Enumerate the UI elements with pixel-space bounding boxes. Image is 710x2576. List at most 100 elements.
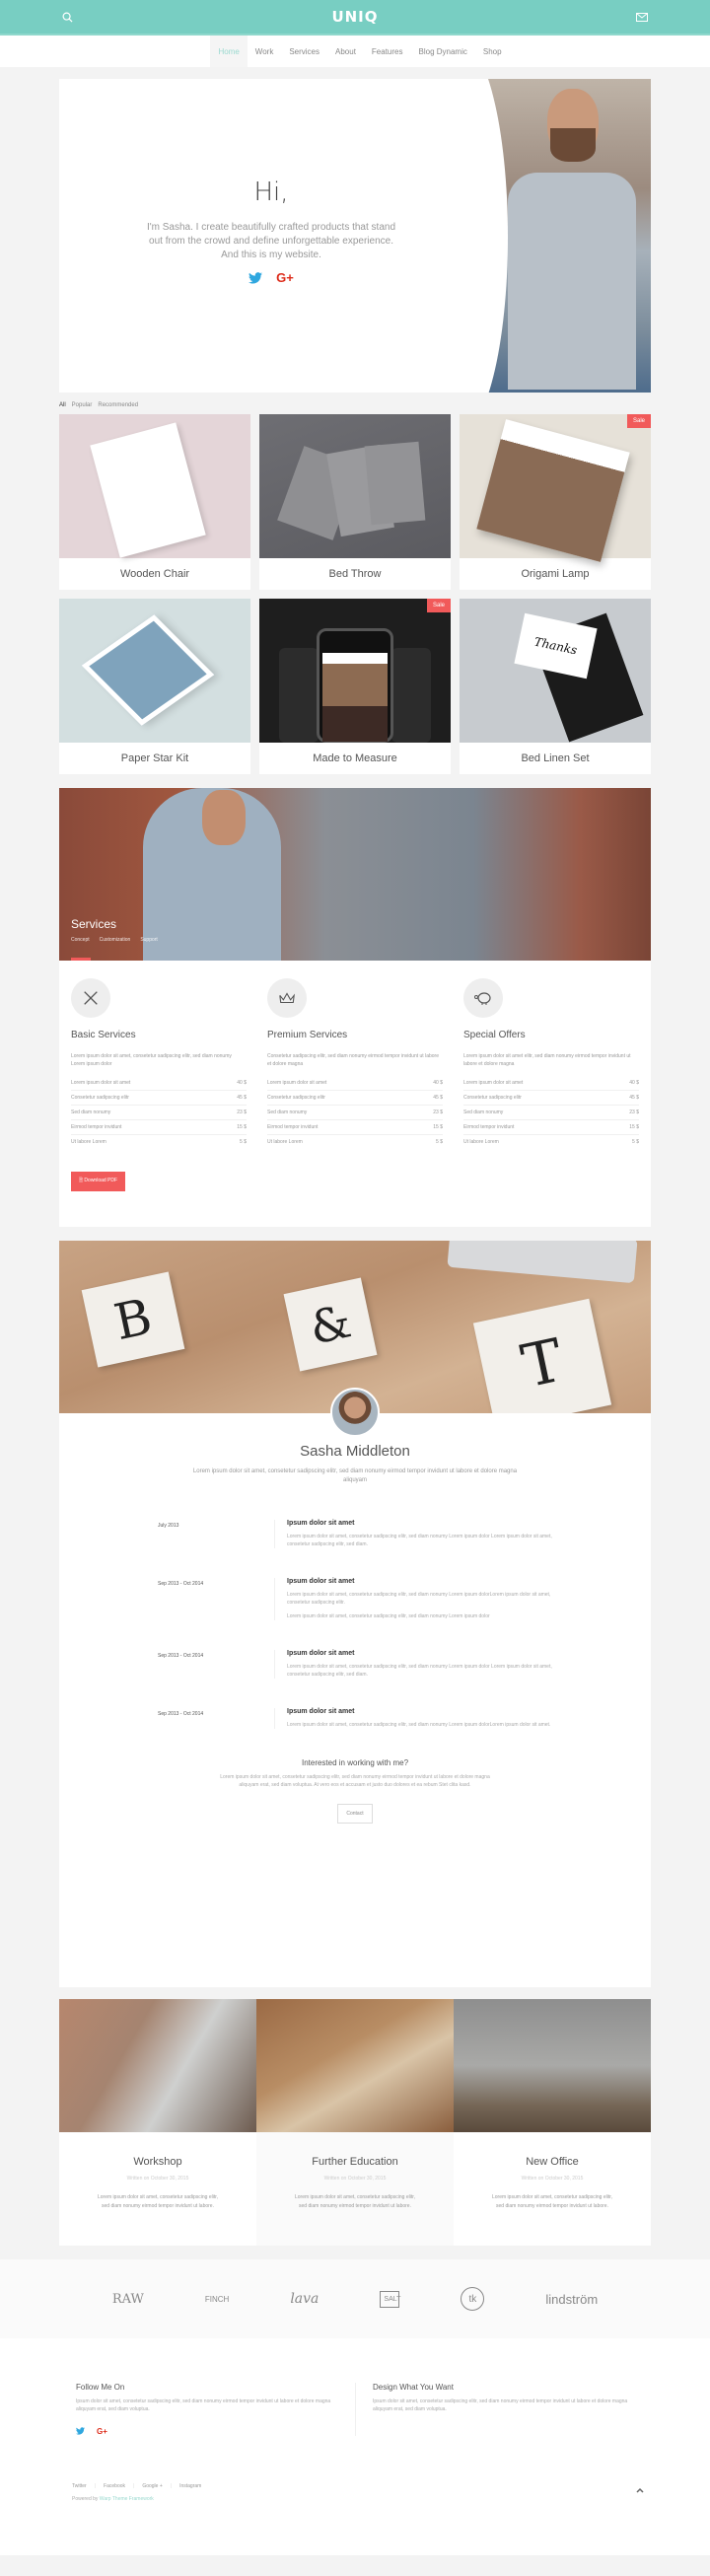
nav-item-features[interactable]: Features xyxy=(364,36,411,67)
google-plus-icon[interactable]: G+ xyxy=(276,271,294,284)
google-plus-icon[interactable]: G+ xyxy=(97,2427,107,2436)
service-column-basic: Basic Services Lorem ipsum dolor sit ame… xyxy=(71,978,247,1191)
main-nav: Home Work Services About Features Blog D… xyxy=(0,36,710,67)
timeline-title: Ipsum dolor sit amet xyxy=(287,1520,355,1527)
nav-item-home[interactable]: Home xyxy=(210,36,248,67)
brand-logo-lava: lava xyxy=(290,2291,320,2307)
footer-text: Ipsum dolor sit amet, consetetur sadipsc… xyxy=(373,2398,628,2412)
portfolio-title: Origami Lamp xyxy=(521,568,590,580)
timeline-text: Lorem ipsum dolor sit amet, consetetur s… xyxy=(287,1722,551,1728)
about-lead: Lorem ipsum dolor sit amet, consetetur s… xyxy=(192,1468,518,1483)
blog-title[interactable]: New Office xyxy=(454,2156,651,2168)
service-column-special: Special Offers Lorem ipsum dolor sit ame… xyxy=(463,978,639,1191)
blog-image xyxy=(59,1999,256,2132)
accent-bar xyxy=(71,958,91,961)
download-pdf-label: Download PDF xyxy=(84,1178,118,1183)
blog-image xyxy=(256,1999,454,2132)
services-link-support[interactable]: Support xyxy=(140,937,158,943)
timeline-text: Lorem ipsum dolor sit amet, consetetur s… xyxy=(287,1664,552,1678)
twitter-icon[interactable] xyxy=(76,2427,85,2435)
portfolio-title: Bed Linen Set xyxy=(521,752,590,764)
timeline-date: Sep 2013 - Oct 2014 xyxy=(158,1581,204,1587)
nav-item-shop[interactable]: Shop xyxy=(475,36,510,67)
blog-post[interactable]: Further Education Written on October 30,… xyxy=(256,1999,454,2246)
portfolio-item[interactable]: Bed Throw xyxy=(259,414,451,590)
timeline-item: Sep 2013 - Oct 2014 Ipsum dolor sit amet… xyxy=(158,1650,552,1679)
service-description: Lorem ipsum dolor sit amet, consetetur s… xyxy=(71,1053,232,1067)
price-row: Eirmod tempor invidunt 15 $ xyxy=(267,1120,443,1135)
portfolio-title: Wooden Chair xyxy=(119,568,190,580)
about-name: Sasha Middleton xyxy=(300,1443,410,1460)
blog-meta: Written on October 30, 2015 xyxy=(323,2176,387,2182)
search-icon[interactable] xyxy=(62,12,73,23)
site-logo[interactable]: UNIQ xyxy=(331,8,378,26)
service-column-premium: Premium Services Consetetur sadipscing e… xyxy=(267,978,443,1191)
brand-logo-tk: tk xyxy=(461,2287,485,2311)
crown-icon xyxy=(267,978,307,1018)
service-title: Premium Services xyxy=(267,1030,348,1040)
download-pdf-button[interactable]: 🗎 Download PDF xyxy=(71,1172,126,1191)
services-link-concept[interactable]: Concept xyxy=(71,937,90,943)
blog-title[interactable]: Further Education xyxy=(256,2156,454,2168)
mail-icon[interactable] xyxy=(636,13,648,22)
timeline-item: July 2013 Ipsum dolor sit amet Lorem ips… xyxy=(158,1520,552,1548)
twitter-icon[interactable] xyxy=(248,272,263,284)
footer-link-instagram[interactable]: Instagram xyxy=(179,2483,201,2489)
filter-popular[interactable]: Popular xyxy=(72,402,93,408)
footer-title: Follow Me On xyxy=(76,2383,125,2392)
chevron-up-icon[interactable] xyxy=(636,2487,644,2493)
blog-excerpt: Lorem ipsum dolor sit amet, consetetur s… xyxy=(98,2194,218,2209)
nav-item-about[interactable]: About xyxy=(327,36,364,67)
timeline-item: Sep 2013 - Oct 2014 Ipsum dolor sit amet… xyxy=(158,1708,552,1729)
portfolio-item[interactable]: Thanks Bed Linen Set xyxy=(460,599,651,774)
filter-all[interactable]: All xyxy=(59,402,66,408)
price-row: Sed diam nonumy 23 $ xyxy=(463,1106,639,1120)
timeline-title: Ipsum dolor sit amet xyxy=(287,1650,355,1657)
timeline-title: Ipsum dolor sit amet xyxy=(287,1708,355,1715)
blog-meta: Written on October 30, 2015 xyxy=(126,2176,189,2182)
piggy-bank-icon xyxy=(463,978,503,1018)
top-bar: UNIQ xyxy=(0,0,710,36)
footer-link-google-plus[interactable]: Google + xyxy=(142,2483,162,2489)
blog-post[interactable]: New Office Written on October 30, 2015 L… xyxy=(454,1999,651,2246)
services-banner: Services Concept Customization Support xyxy=(59,788,651,961)
timeline: July 2013 Ipsum dolor sit amet Lorem ips… xyxy=(158,1520,552,1729)
portfolio-image: Thanks xyxy=(460,599,651,743)
service-description: Lorem ipsum dolor sit amet elitr, sed di… xyxy=(463,1053,631,1067)
nav-item-work[interactable]: Work xyxy=(248,36,282,67)
avatar xyxy=(330,1388,380,1437)
pencil-ruler-icon xyxy=(71,978,110,1018)
timeline-title: Ipsum dolor sit amet xyxy=(287,1578,355,1585)
footer-column-design: Design What You Want Ipsum dolor sit ame… xyxy=(355,2383,651,2436)
blog-post[interactable]: Workshop Written on October 30, 2015 Lor… xyxy=(59,1999,256,2246)
sale-badge: Sale xyxy=(426,599,451,612)
portfolio-title: Made to Measure xyxy=(313,752,397,764)
sale-badge: Sale xyxy=(626,414,651,428)
nav-item-services[interactable]: Services xyxy=(281,36,327,67)
brand-logo-raw: RAW xyxy=(111,2291,144,2307)
hero-section: Hi, I'm Sasha. I create beautifully craf… xyxy=(59,79,651,393)
portfolio-item[interactable]: Paper Star Kit xyxy=(59,599,250,774)
blog-title[interactable]: Workshop xyxy=(59,2156,256,2168)
service-description: Consetetur sadipscing elitr, sed diam no… xyxy=(267,1053,439,1067)
portfolio-item[interactable]: Wooden Chair xyxy=(59,414,250,590)
services-banner-title: Services xyxy=(71,917,117,931)
portfolio-image xyxy=(59,599,250,743)
powered-by-prefix: Powered by xyxy=(72,2496,99,2502)
timeline-text: Lorem ipsum dolor sit amet, consetetur s… xyxy=(287,1592,551,1606)
footer-link-twitter[interactable]: Twitter xyxy=(72,2483,87,2489)
portfolio-item[interactable]: Sale Origami Lamp xyxy=(460,414,651,590)
timeline-date: Sep 2013 - Oct 2014 xyxy=(158,1711,204,1717)
services-section: Basic Services Lorem ipsum dolor sit ame… xyxy=(59,961,651,1227)
filter-recommended[interactable]: Recommended xyxy=(98,402,138,408)
powered-by: Powered by Warp Theme Framework xyxy=(72,2496,154,2502)
services-link-customization[interactable]: Customization xyxy=(100,937,131,943)
hero-portrait-image xyxy=(409,79,651,393)
hero-intro: I'm Sasha. I create beautifully crafted … xyxy=(146,222,396,260)
nav-item-blog-dynamic[interactable]: Blog Dynamic xyxy=(411,36,475,67)
footer-link-facebook[interactable]: Facebook xyxy=(104,2483,125,2489)
contact-button[interactable]: Contact xyxy=(337,1804,373,1824)
service-title: Basic Services xyxy=(71,1030,136,1040)
portfolio-item[interactable]: Sale Made to Measure xyxy=(259,599,451,774)
powered-by-link[interactable]: Warp Theme Framework xyxy=(100,2496,154,2502)
